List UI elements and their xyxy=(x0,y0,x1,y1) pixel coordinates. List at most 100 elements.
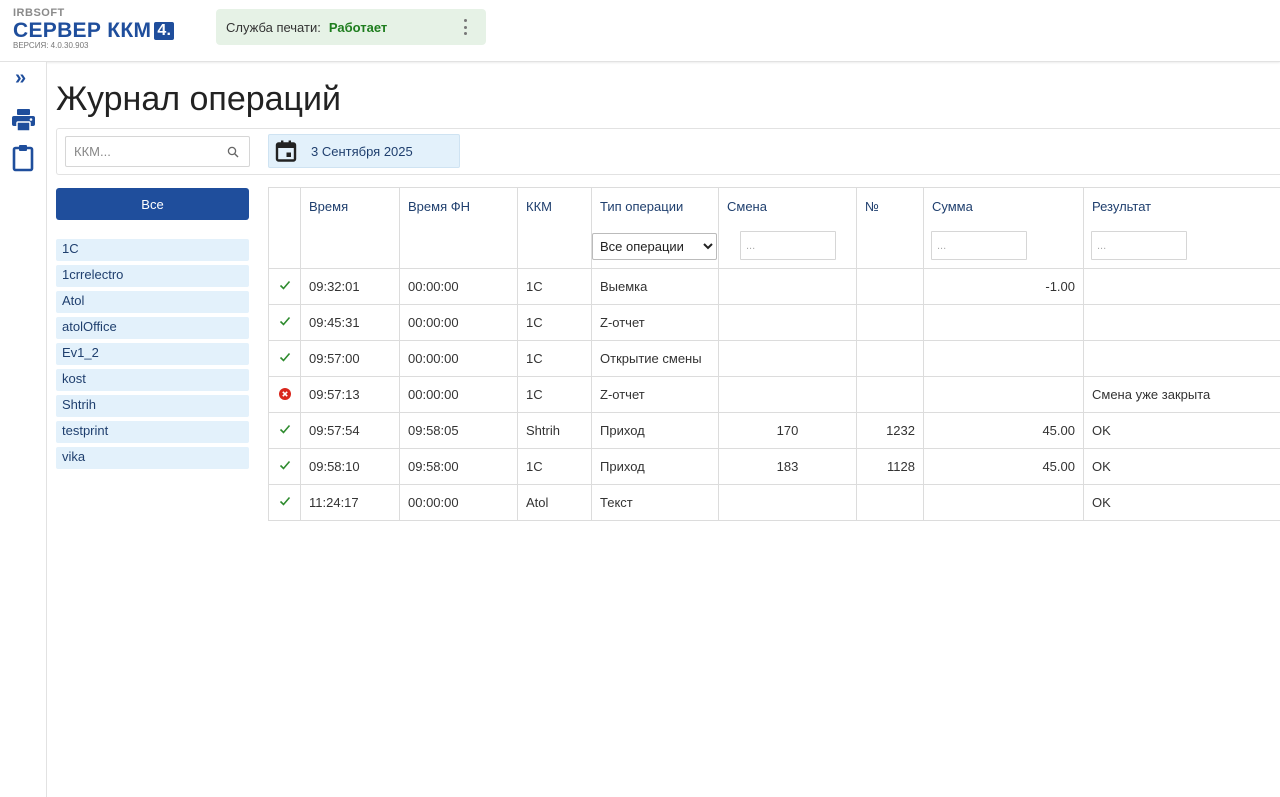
cell-status xyxy=(268,268,301,305)
cell-time: 09:58:10 xyxy=(300,448,400,485)
side-rail: » xyxy=(0,62,47,797)
column-header-time[interactable]: Время xyxy=(300,187,400,269)
cell-time-fn: 00:00:00 xyxy=(399,340,518,377)
cell-time-fn: 00:00:00 xyxy=(399,304,518,341)
printer-icon[interactable] xyxy=(11,108,36,132)
table-row[interactable]: 09:57:13 00:00:00 1C Z-отчет Смена уже закры… xyxy=(268,376,1280,413)
success-check-icon xyxy=(279,280,290,290)
column-label: ККМ xyxy=(526,199,552,214)
expand-sidebar-icon[interactable]: » xyxy=(15,68,26,88)
cell-kkm: 1C xyxy=(517,268,592,305)
cell-sum xyxy=(923,340,1084,377)
cell-time-fn: 09:58:05 xyxy=(399,412,518,449)
toolbar: 3 Сентября 2025 xyxy=(56,128,1280,175)
column-header-op-type[interactable]: Тип операции Все операции xyxy=(591,187,719,269)
cell-number: 1128 xyxy=(856,448,924,485)
date-picker[interactable]: 3 Сентября 2025 xyxy=(268,134,460,168)
logo-title: СЕРВЕР ККМ 4. xyxy=(13,19,175,43)
cell-number xyxy=(856,376,924,413)
kkm-item[interactable]: Ev1_2 xyxy=(56,343,249,365)
clipboard-icon[interactable] xyxy=(12,144,34,172)
app-logo[interactable]: IRBSOFT СЕРВЕР ККМ 4. ВЕРСИЯ: 4.0.30.903 xyxy=(13,7,213,53)
cell-time: 11:24:17 xyxy=(300,484,400,521)
selected-date: 3 Сентября 2025 xyxy=(311,143,413,159)
column-header-result[interactable]: Результат xyxy=(1083,187,1280,269)
table-row[interactable]: 09:57:00 00:00:00 1C Открытие смены xyxy=(268,340,1280,377)
column-label: № xyxy=(865,199,879,214)
cell-status xyxy=(268,304,301,341)
cell-status xyxy=(268,448,301,485)
table-row[interactable]: 09:57:54 09:58:05 Shtrih Приход 170 1232 45.00… xyxy=(268,412,1280,449)
cell-op-type: Z-отчет xyxy=(591,304,719,341)
column-label: Сумма xyxy=(932,199,973,214)
column-header-number[interactable]: № xyxy=(856,187,924,269)
kkm-item[interactable]: vika xyxy=(56,447,249,469)
cell-op-type: Выемка xyxy=(591,268,719,305)
sum-filter-input[interactable] xyxy=(931,231,1027,260)
column-header-time-fn[interactable]: Время ФН xyxy=(399,187,518,269)
cell-shift xyxy=(718,376,857,413)
cell-result xyxy=(1083,304,1280,341)
column-label: Тип операции xyxy=(600,199,684,214)
cell-result: Смена уже закрыта xyxy=(1083,376,1280,413)
logo-brand: IRBSOFT xyxy=(13,7,65,19)
search-icon[interactable] xyxy=(227,146,239,158)
kkm-item[interactable]: testprint xyxy=(56,421,249,443)
cell-status xyxy=(268,340,301,377)
cell-shift xyxy=(718,268,857,305)
shift-filter-input[interactable] xyxy=(740,231,836,260)
table-row[interactable]: 11:24:17 00:00:00 Atol Текст OK xyxy=(268,484,1280,521)
success-check-icon xyxy=(279,496,290,506)
cell-result xyxy=(1083,268,1280,305)
more-menu-icon[interactable] xyxy=(460,17,470,37)
result-filter-input[interactable] xyxy=(1091,231,1187,260)
page-title: Журнал операций xyxy=(56,80,342,118)
kkm-item[interactable]: Atol xyxy=(56,291,249,313)
cell-shift: 170 xyxy=(718,412,857,449)
cell-sum: -1.00 xyxy=(923,268,1084,305)
cell-number: 1232 xyxy=(856,412,924,449)
table-row[interactable]: 09:32:01 00:00:00 1C Выемка -1.00 xyxy=(268,268,1280,305)
kkm-item[interactable]: 1crrelectro xyxy=(56,265,249,287)
column-header-shift[interactable]: Смена xyxy=(718,187,857,269)
table-row[interactable]: 09:45:31 00:00:00 1C Z-отчет xyxy=(268,304,1280,341)
column-header-sum[interactable]: Сумма xyxy=(923,187,1084,269)
table-body: 09:32:01 00:00:00 1C Выемка -1.00 09:45:31 00:… xyxy=(268,268,1280,521)
cell-time-fn: 00:00:00 xyxy=(399,376,518,413)
print-service-label: Служба печати: xyxy=(226,19,321,35)
logo-title-text: СЕРВЕР ККМ xyxy=(13,19,152,42)
cell-time: 09:45:31 xyxy=(300,304,400,341)
column-label: Результат xyxy=(1092,199,1152,214)
cell-sum xyxy=(923,304,1084,341)
kkm-list: 1C 1crrelectro Atol atolOffice Ev1_2 kos… xyxy=(56,239,249,473)
cell-shift: 183 xyxy=(718,448,857,485)
kkm-item[interactable]: kost xyxy=(56,369,249,391)
cell-sum: 45.00 xyxy=(923,412,1084,449)
column-label: Время ФН xyxy=(408,199,470,214)
cell-op-type: Приход xyxy=(591,448,719,485)
cell-result: OK xyxy=(1083,484,1280,521)
status-column-header xyxy=(268,187,301,269)
kkm-search-input[interactable] xyxy=(66,137,221,166)
column-header-kkm[interactable]: ККМ xyxy=(517,187,592,269)
print-service-status: Служба печати: Работает xyxy=(216,9,486,45)
cell-shift xyxy=(718,484,857,521)
kkm-item[interactable]: 1C xyxy=(56,239,249,261)
cell-kkm: 1C xyxy=(517,376,592,413)
column-label: Смена xyxy=(727,199,767,214)
column-label: Время xyxy=(309,199,349,214)
cell-result: OK xyxy=(1083,448,1280,485)
calendar-icon xyxy=(275,140,297,162)
cell-time-fn: 00:00:00 xyxy=(399,268,518,305)
cell-shift xyxy=(718,304,857,341)
kkm-item[interactable]: atolOffice xyxy=(56,317,249,339)
success-check-icon xyxy=(279,460,290,470)
app-header: IRBSOFT СЕРВЕР ККМ 4. ВЕРСИЯ: 4.0.30.903 … xyxy=(0,0,1280,62)
op-type-filter-select[interactable]: Все операции xyxy=(592,233,717,260)
kkm-item[interactable]: Shtrih xyxy=(56,395,249,417)
table-row[interactable]: 09:58:10 09:58:00 1C Приход 183 1128 45.00 OK xyxy=(268,448,1280,485)
cell-status xyxy=(268,484,301,521)
kkm-all-button[interactable]: Все xyxy=(56,188,249,220)
cell-number xyxy=(856,268,924,305)
cell-status xyxy=(268,376,301,413)
